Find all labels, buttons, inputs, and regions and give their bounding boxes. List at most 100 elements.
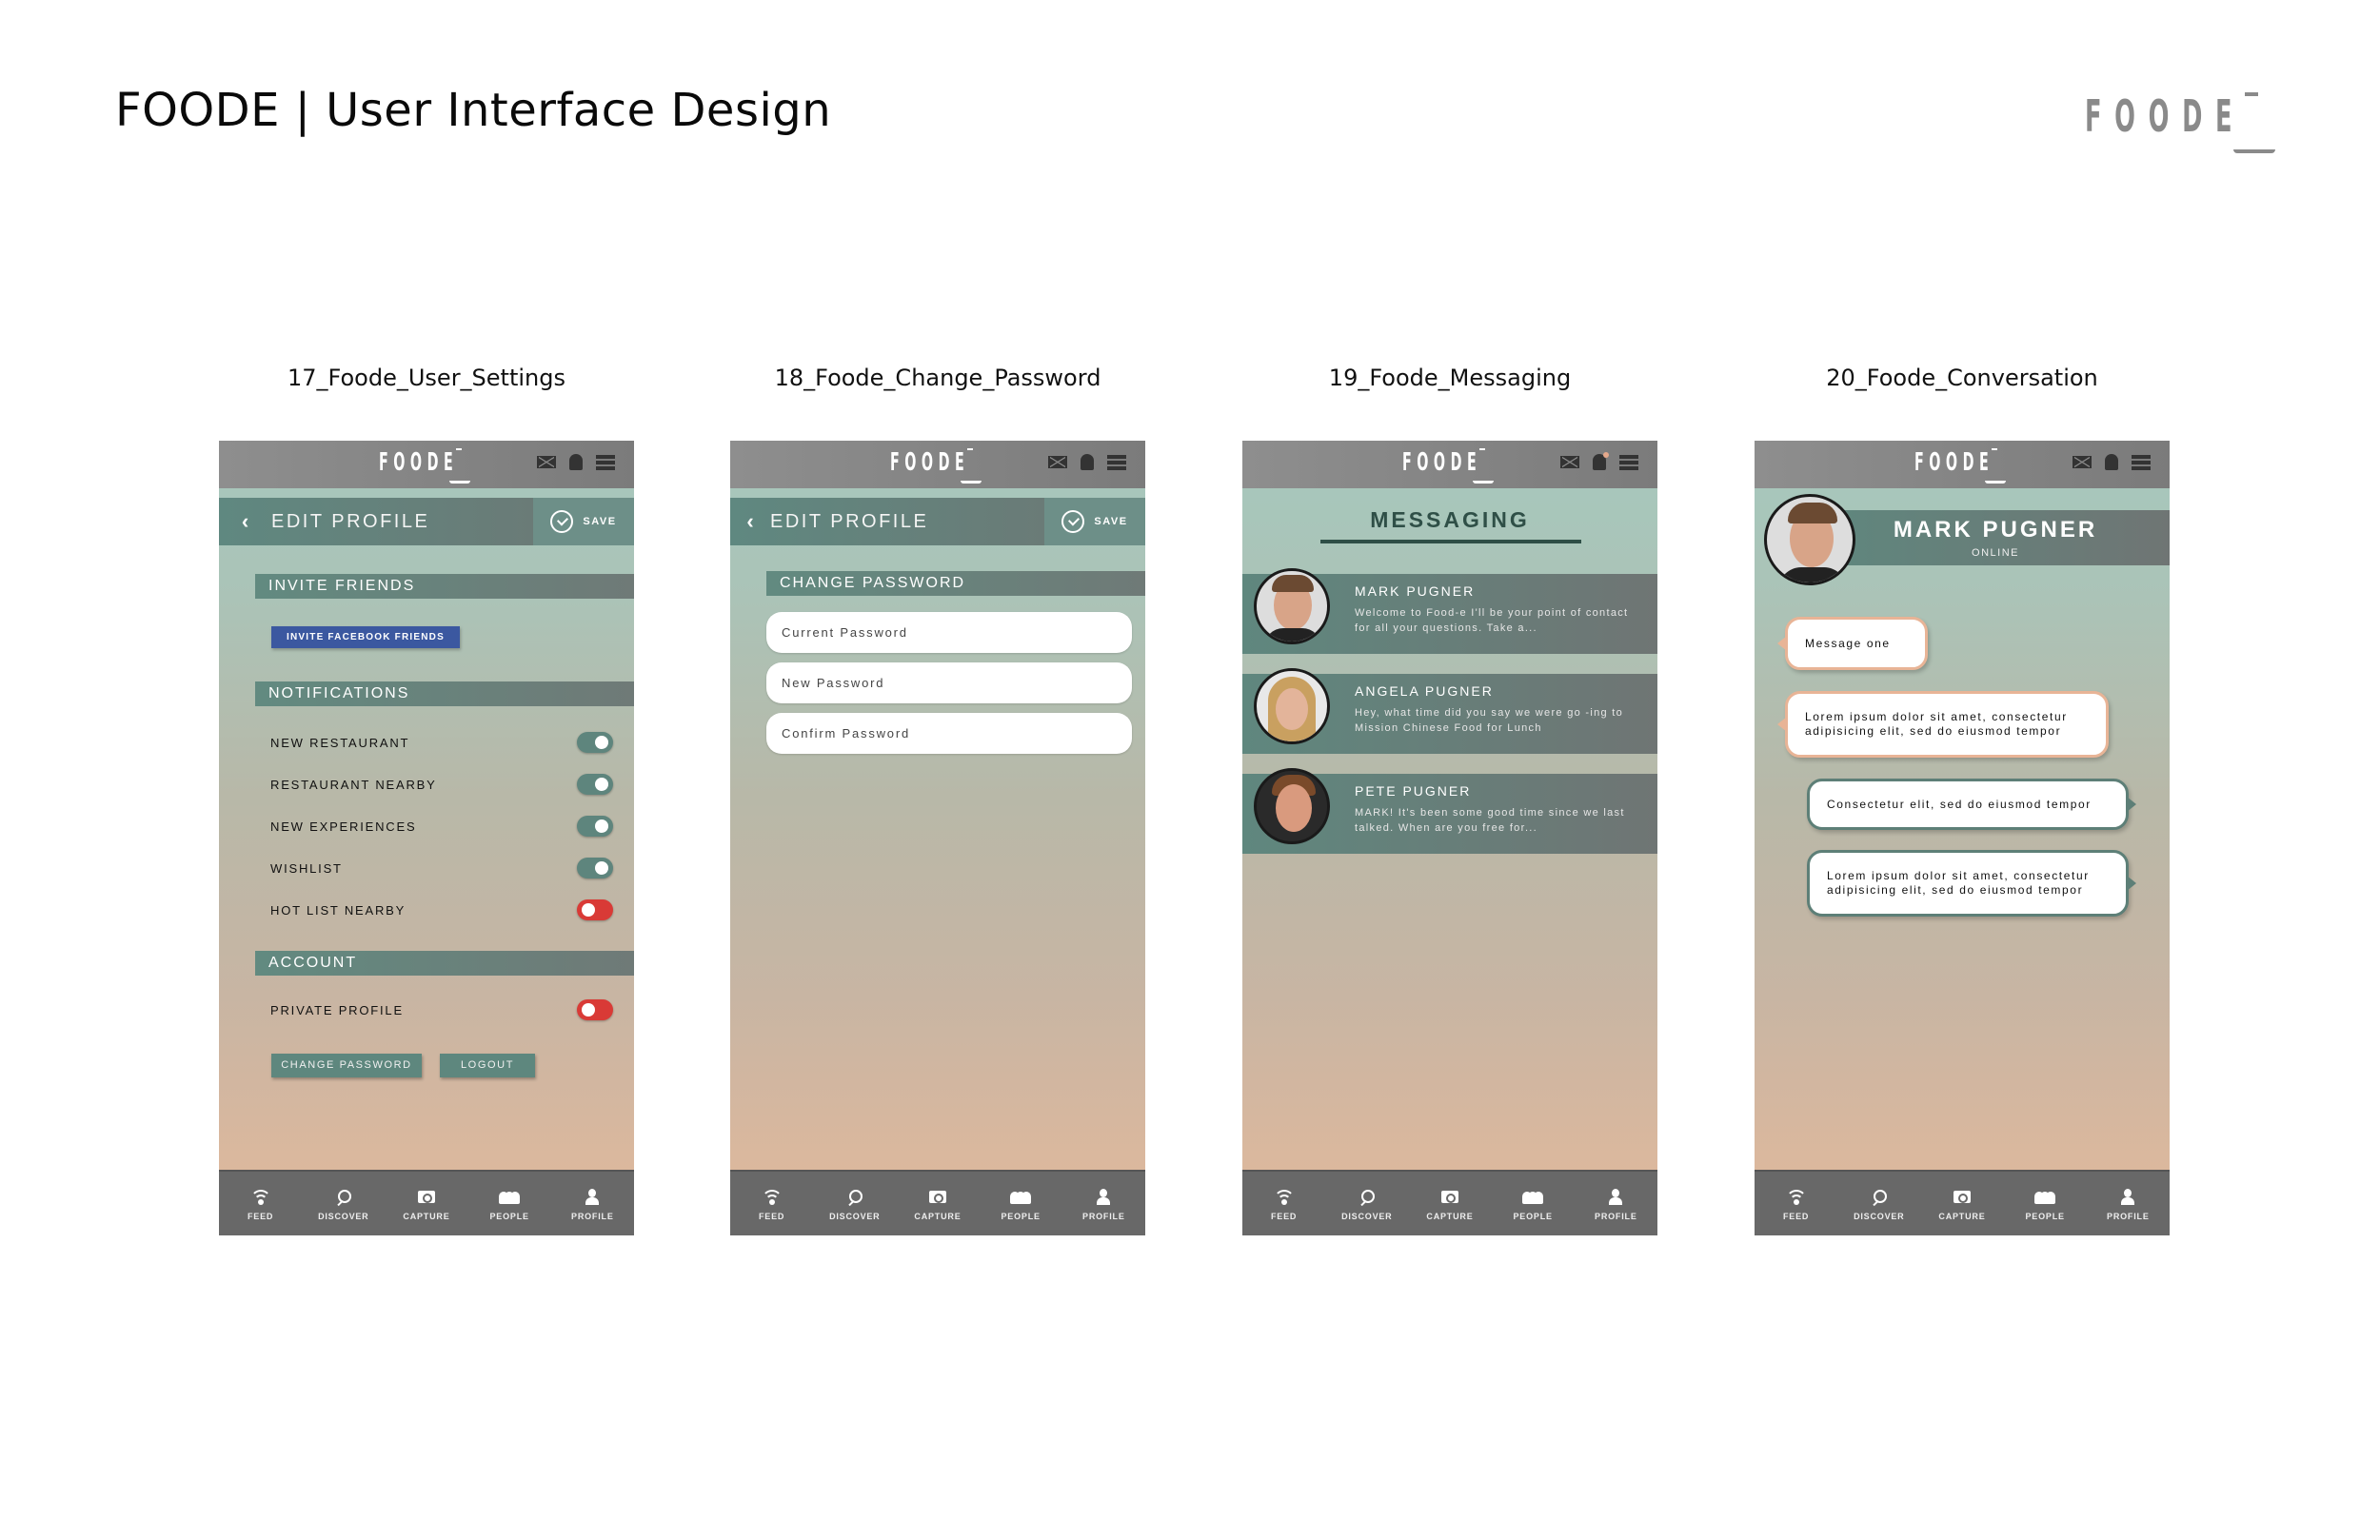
menu-icon[interactable]	[596, 454, 615, 470]
nav-capture[interactable]: CAPTURE	[385, 1187, 467, 1221]
screen-label: 19_Foode_Messaging	[1328, 365, 1572, 391]
message-bubble-outgoing: Lorem ipsum dolor sit amet, consectetur …	[1807, 850, 2136, 917]
section-invite-friends: INVITE FRIENDS	[255, 574, 634, 599]
save-button[interactable]: SAVE	[533, 498, 634, 545]
wifi-icon	[761, 1189, 783, 1205]
contact-name: PETE PUGNER	[1355, 783, 1472, 799]
new-password-input[interactable]	[766, 662, 1132, 703]
mail-icon[interactable]	[2073, 456, 2092, 468]
people-icon	[1522, 1191, 1544, 1204]
nav-people[interactable]: PEOPLE	[980, 1187, 1062, 1221]
phone-user-settings: FOODE ‹ EDIT PROFILE SAVE INVITE FRIENDS…	[219, 441, 634, 1235]
avatar	[1254, 568, 1330, 644]
section-notifications: NOTIFICATIONS	[255, 681, 634, 706]
save-label: SAVE	[1094, 516, 1128, 527]
bell-icon[interactable]	[1081, 454, 1094, 470]
bottom-nav: FEED DISCOVER CAPTURE PEOPLE PROFILE	[730, 1170, 1145, 1235]
logout-button[interactable]: LOGOUT	[440, 1054, 535, 1077]
section-change-password: CHANGE PASSWORD	[766, 571, 1145, 596]
avatar	[1254, 668, 1330, 744]
back-button[interactable]: ‹	[730, 509, 770, 534]
change-password-button[interactable]: CHANGE PASSWORD	[271, 1054, 422, 1077]
phone-conversation: FOODE MARK PUGNER ONLINE Message one Lor…	[1755, 441, 2170, 1235]
bottom-nav: FEED DISCOVER CAPTURE PEOPLE PROFILE	[219, 1170, 634, 1235]
setting-row: PRIVATE PROFILE	[270, 997, 613, 1022]
message-preview: MARK! It's been some good time since we …	[1355, 807, 1625, 834]
people-icon	[1010, 1191, 1032, 1204]
camera-icon	[928, 1191, 946, 1203]
title-underline	[1320, 540, 1581, 543]
new-experiences-toggle[interactable]	[577, 816, 613, 837]
bell-icon[interactable]	[2105, 454, 2118, 470]
confirm-password-input[interactable]	[766, 713, 1132, 754]
camera-icon	[417, 1191, 435, 1203]
nav-profile[interactable]: PROFILE	[1575, 1187, 1657, 1221]
current-password-input[interactable]	[766, 612, 1132, 653]
messaging-title: MESSAGING	[1370, 507, 1530, 532]
message-bubble-outgoing: Consectetur elit, sed do eiusmod tempor	[1807, 779, 2136, 830]
setting-label: RESTAURANT NEARBY	[270, 777, 437, 792]
nav-people[interactable]: PEOPLE	[468, 1187, 551, 1221]
edit-profile-bar: ‹ EDIT PROFILE SAVE	[219, 498, 634, 545]
nav-discover[interactable]: DISCOVER	[813, 1187, 896, 1221]
nav-profile[interactable]: PROFILE	[1062, 1187, 1145, 1221]
setting-row: NEW EXPERIENCES	[270, 814, 613, 839]
search-icon	[847, 1189, 863, 1205]
edit-profile-title: EDIT PROFILE	[770, 510, 929, 532]
notification-dot	[1603, 452, 1609, 458]
wifi-icon	[1785, 1189, 1807, 1205]
menu-icon[interactable]	[1619, 454, 1638, 470]
people-icon	[499, 1191, 521, 1204]
menu-icon[interactable]	[2132, 454, 2151, 470]
camera-icon	[1440, 1191, 1458, 1203]
setting-row: NEW RESTAURANT	[270, 730, 613, 755]
nav-capture[interactable]: CAPTURE	[1920, 1187, 2003, 1221]
nav-capture[interactable]: CAPTURE	[896, 1187, 979, 1221]
bottom-nav: FEED DISCOVER CAPTURE PEOPLE PROFILE	[1755, 1170, 2170, 1235]
app-logo[interactable]: FOODE	[379, 448, 474, 486]
page-title: FOODE | User Interface Design	[115, 84, 832, 137]
conversation-item[interactable]: PETE PUGNER MARK! It's been some good ti…	[1242, 768, 1657, 854]
nav-feed[interactable]: FEED	[1242, 1187, 1325, 1221]
new-restaurant-toggle[interactable]	[577, 732, 613, 753]
mail-icon[interactable]	[1560, 456, 1579, 468]
nav-capture[interactable]: CAPTURE	[1408, 1187, 1491, 1221]
nav-discover[interactable]: DISCOVER	[302, 1187, 385, 1221]
wishlist-toggle[interactable]	[577, 858, 613, 879]
bell-icon[interactable]	[569, 454, 583, 470]
app-logo[interactable]: FOODE	[1402, 448, 1497, 486]
app-header: FOODE	[219, 441, 634, 488]
nav-feed[interactable]: FEED	[730, 1187, 813, 1221]
nav-discover[interactable]: DISCOVER	[1837, 1187, 1920, 1221]
nav-feed[interactable]: FEED	[219, 1187, 302, 1221]
conversation-item[interactable]: MARK PUGNER Welcome to Food-e I'll be yo…	[1242, 568, 1657, 654]
nav-profile[interactable]: PROFILE	[551, 1187, 634, 1221]
private-profile-toggle[interactable]	[577, 999, 613, 1020]
app-logo[interactable]: FOODE	[890, 448, 985, 486]
screen-label: 17_Foode_User_Settings	[288, 365, 565, 391]
mail-icon[interactable]	[1048, 456, 1067, 468]
nav-profile[interactable]: PROFILE	[2087, 1187, 2170, 1221]
save-button[interactable]: SAVE	[1044, 498, 1145, 545]
edit-profile-title: EDIT PROFILE	[271, 510, 430, 532]
contact-name: ANGELA PUGNER	[1355, 683, 1494, 699]
nav-feed[interactable]: FEED	[1755, 1187, 1837, 1221]
restaurant-nearby-toggle[interactable]	[577, 774, 613, 795]
mail-icon[interactable]	[537, 456, 556, 468]
wifi-icon	[249, 1189, 271, 1205]
message-preview: Welcome to Food-e I'll be your point of …	[1355, 607, 1629, 634]
invite-facebook-friends-button[interactable]: INVITE FACEBOOK FRIENDS	[271, 626, 460, 648]
app-header: FOODE	[730, 441, 1145, 488]
back-button[interactable]: ‹	[219, 509, 271, 534]
app-logo[interactable]: FOODE	[1914, 448, 2010, 486]
setting-row: WISHLIST	[270, 856, 613, 880]
setting-label: PRIVATE PROFILE	[270, 1002, 404, 1017]
nav-people[interactable]: PEOPLE	[2004, 1187, 2087, 1221]
nav-people[interactable]: PEOPLE	[1492, 1187, 1575, 1221]
nav-discover[interactable]: DISCOVER	[1325, 1187, 1408, 1221]
menu-icon[interactable]	[1107, 454, 1126, 470]
hot-list-nearby-toggle[interactable]	[577, 899, 613, 920]
conversation-item[interactable]: ANGELA PUGNER Hey, what time did you say…	[1242, 668, 1657, 754]
bell-icon[interactable]	[1593, 452, 1609, 470]
search-icon	[336, 1189, 351, 1205]
